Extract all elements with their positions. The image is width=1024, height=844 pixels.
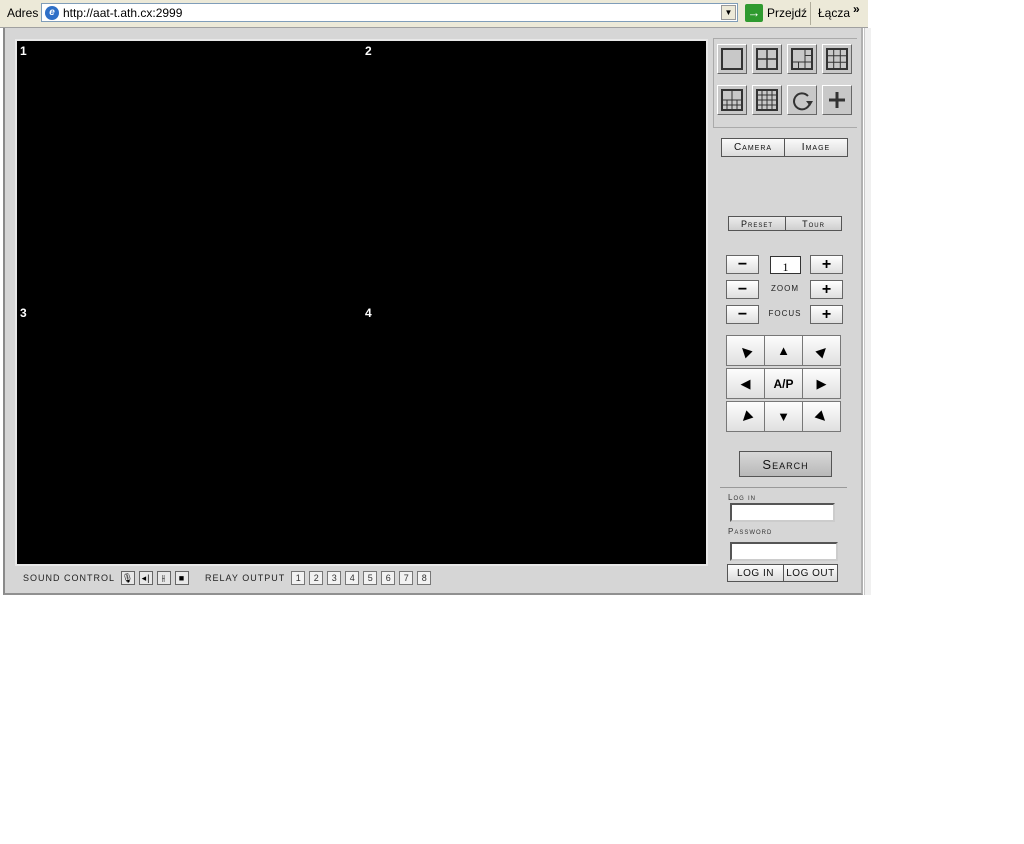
- ie-page-icon: e: [45, 6, 59, 20]
- relay-button-5[interactable]: 5: [363, 571, 378, 585]
- tour-button[interactable]: Tour: [785, 216, 842, 231]
- relay-button-3[interactable]: 3: [327, 571, 342, 585]
- relay-button-6[interactable]: 6: [381, 571, 396, 585]
- layout-1-plus-5-icon[interactable]: [787, 44, 817, 74]
- ptz-left-button[interactable]: ◀: [726, 368, 765, 399]
- sound-control-label: SOUND CONTROL: [23, 573, 116, 583]
- scrollbar[interactable]: [864, 28, 871, 595]
- zoom-label: ZOOM: [771, 284, 799, 293]
- ptz-up-left-button[interactable]: ◀: [726, 335, 765, 366]
- arrow-right-icon: ▶: [816, 375, 827, 391]
- divider: [720, 487, 847, 488]
- channel-label-2: 2: [365, 44, 372, 58]
- microphone-icon[interactable]: 🎙: [121, 571, 136, 585]
- add-icon[interactable]: [822, 85, 852, 115]
- speed-decrease-button[interactable]: −: [726, 255, 759, 274]
- speaker-icon[interactable]: ◂|: [139, 571, 154, 585]
- search-button[interactable]: Search: [739, 451, 832, 477]
- bottom-controls: SOUND CONTROL 🎙 ◂| ⫲ ■ RELAY OUTPUT 1 2 …: [23, 569, 435, 587]
- login-label: Log in: [728, 493, 757, 502]
- relay-button-1[interactable]: 1: [291, 571, 306, 585]
- login-button[interactable]: LOG IN: [727, 564, 784, 582]
- tab-image[interactable]: Image: [784, 138, 848, 157]
- preset-button[interactable]: Preset: [728, 216, 786, 231]
- browser-address-bar: Adres e http://aat-t.ath.cx:2999 ▼ → Prz…: [0, 0, 868, 28]
- relay-button-2[interactable]: 2: [309, 571, 324, 585]
- relay-output-label: RELAY OUTPUT: [205, 573, 286, 583]
- ptz-up-button[interactable]: ▲: [764, 335, 803, 366]
- control-panel: Camera Image Preset Tour − 1 + − ZOOM + …: [712, 37, 859, 592]
- arrow-left-icon: ◀: [740, 375, 751, 391]
- go-label: Przejdź: [767, 6, 808, 20]
- focus-near-button[interactable]: −: [726, 305, 759, 324]
- layout-1-plus-7-icon[interactable]: [717, 85, 747, 115]
- arrow-up-left-icon: ◀: [737, 341, 755, 359]
- zoom-in-button[interactable]: +: [810, 280, 843, 299]
- toolbar-separator: [810, 2, 811, 25]
- zoom-out-button[interactable]: −: [726, 280, 759, 299]
- login-input[interactable]: [730, 503, 835, 522]
- more-chevron-icon[interactable]: »: [853, 2, 860, 16]
- channel-label-4: 4: [365, 306, 372, 320]
- relay-button-8[interactable]: 8: [417, 571, 432, 585]
- stop-icon[interactable]: ■: [175, 571, 190, 585]
- relay-button-4[interactable]: 4: [345, 571, 360, 585]
- links-button[interactable]: Łącza: [818, 6, 850, 20]
- relay-button-7[interactable]: 7: [399, 571, 414, 585]
- layout-3x3-icon[interactable]: [822, 44, 852, 74]
- ptz-right-button[interactable]: ▶: [802, 368, 841, 399]
- ptz-down-left-button[interactable]: ◀: [726, 401, 765, 432]
- focus-far-button[interactable]: +: [810, 305, 843, 324]
- video-grid[interactable]: 1 2 3 4: [15, 39, 708, 566]
- layout-1x1-icon[interactable]: [717, 44, 747, 74]
- arrow-up-icon: ▲: [777, 343, 790, 358]
- ptz-auto-pan-button[interactable]: A/P: [764, 368, 803, 399]
- address-label: Adres: [7, 6, 39, 20]
- ptz-down-button[interactable]: ▼: [764, 401, 803, 432]
- focus-label: FOCUS: [768, 309, 802, 318]
- address-url: http://aat-t.ath.cx:2999: [63, 6, 183, 20]
- go-button[interactable]: → Przejdź: [745, 3, 807, 23]
- rotate-icon[interactable]: [787, 85, 817, 115]
- ptz-up-right-button[interactable]: ▶: [802, 335, 841, 366]
- speed-increase-button[interactable]: +: [810, 255, 843, 274]
- arrow-down-icon: ▼: [777, 409, 790, 424]
- tab-camera[interactable]: Camera: [721, 138, 785, 157]
- layout-4x4-icon[interactable]: [752, 85, 782, 115]
- channel-label-3: 3: [20, 306, 27, 320]
- layout-2x2-icon[interactable]: [752, 44, 782, 74]
- arrow-down-left-icon: ◀: [736, 407, 754, 425]
- address-input[interactable]: e http://aat-t.ath.cx:2999 ▼: [41, 3, 738, 22]
- password-label: Password: [728, 527, 773, 536]
- ptz-down-right-button[interactable]: ▶: [802, 401, 841, 432]
- logout-button[interactable]: LOG OUT: [783, 564, 838, 582]
- mute-icon[interactable]: ⫲: [157, 571, 172, 585]
- go-arrow-icon: →: [745, 4, 763, 22]
- arrow-down-right-icon: ▶: [813, 407, 831, 425]
- speed-value-field[interactable]: 1: [770, 256, 801, 274]
- arrow-up-right-icon: ▶: [812, 341, 830, 359]
- channel-label-1: 1: [20, 44, 27, 58]
- address-dropdown-icon[interactable]: ▼: [721, 5, 736, 20]
- password-input[interactable]: [730, 542, 838, 561]
